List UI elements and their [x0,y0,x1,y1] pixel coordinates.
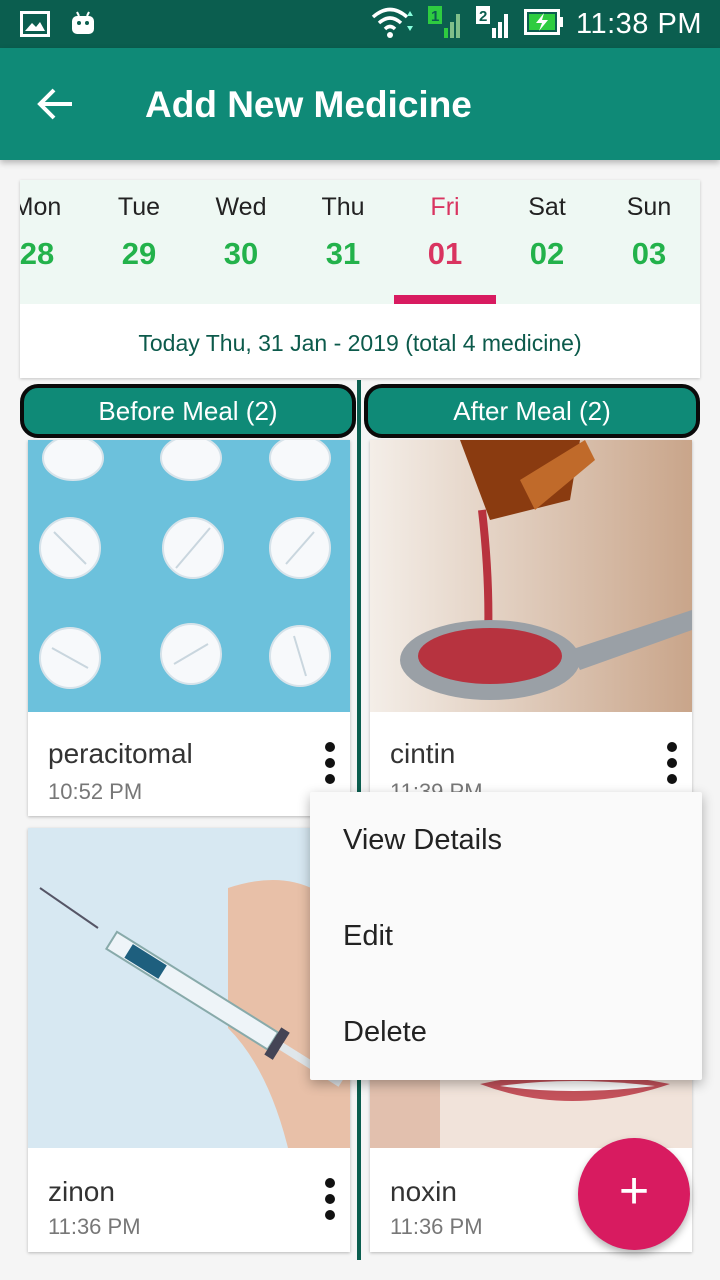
medicine-name: peracitomal [48,738,193,769]
day-tue[interactable]: Tue 29 [88,180,190,304]
status-time: 11:38 PM [576,7,702,40]
sim1-label: 1 [431,8,439,25]
medicine-time: 11:36 PM [390,1214,483,1239]
medicine-card[interactable]: cintin 11:39 PM [370,440,692,816]
options-popup-menu: View Details Edit Delete [310,792,702,1080]
sim2-label: 2 [479,8,487,25]
day-name: Sun [626,193,672,221]
signal-icon: 1 [428,4,464,45]
day-number: 02 [529,236,565,271]
app-bar: Add New Medicine [0,48,720,160]
day-name: Sat [528,193,566,221]
day-name: Tue [117,193,161,221]
medicine-card[interactable]: peracitomal 10:52 PM [28,440,350,816]
after-meal-tab[interactable]: After Meal (2) [364,384,700,438]
medicine-time: 10:52 PM [48,779,143,804]
syrup-image [370,440,692,712]
week-strip: Mon 28 Tue 29 Wed 30 Thu 31 Fri 01 Sat 0… [20,180,700,304]
day-number: 30 [223,236,259,271]
more-options-icon[interactable] [318,742,342,786]
medicine-time: 11:36 PM [48,1214,141,1239]
medicine-card[interactable]: zinon 11:36 PM [28,828,350,1252]
signal-icon: 2 [476,4,512,45]
day-number: 29 [121,236,157,271]
arrow-back-icon [37,88,72,120]
menu-item-edit[interactable]: Edit [310,888,702,984]
day-fri-selected[interactable]: Fri 01 [394,180,496,304]
medicine-name: cintin [390,738,456,769]
back-button[interactable] [36,86,76,122]
day-number: 01 [427,236,463,271]
medicine-name: noxin [390,1176,457,1207]
menu-item-delete[interactable]: Delete [310,984,702,1080]
status-bar-left [20,10,96,43]
pills-image [28,440,350,712]
day-number: 28 [20,236,55,271]
day-sat[interactable]: Sat 02 [496,180,598,304]
android-icon [70,10,96,43]
wifi-icon [370,5,416,44]
menu-item-view-details[interactable]: View Details [310,792,702,888]
battery-charging-icon [524,8,564,40]
calendar-card: Mon 28 Tue 29 Wed 30 Thu 31 Fri 01 Sat 0… [20,180,700,378]
day-name: Mon [20,193,62,221]
add-medicine-button[interactable]: + [578,1138,690,1250]
today-summary: Today Thu, 31 Jan - 2019 (total 4 medici… [138,330,582,356]
day-name: Fri [430,193,460,221]
plus-icon: + [618,1162,650,1220]
day-name: Wed [215,193,267,221]
more-options-icon[interactable] [318,1178,342,1222]
day-sun[interactable]: Sun 03 [598,180,700,304]
status-bar: 1 2 11:38 PM [0,0,720,48]
day-number: 03 [631,236,667,271]
selected-day-indicator [394,295,496,304]
syringe-image [28,828,350,1148]
more-options-icon[interactable] [660,742,684,786]
day-mon[interactable]: Mon 28 [20,180,88,304]
day-number: 31 [325,236,361,271]
day-wed[interactable]: Wed 30 [190,180,292,304]
status-bar-right: 1 2 11:38 PM [370,0,702,48]
before-meal-tab[interactable]: Before Meal (2) [20,384,356,438]
day-thu[interactable]: Thu 31 [292,180,394,304]
day-name: Thu [321,193,365,221]
image-icon [20,11,50,42]
medicine-name: zinon [48,1176,115,1207]
page-title: Add New Medicine [145,84,472,125]
